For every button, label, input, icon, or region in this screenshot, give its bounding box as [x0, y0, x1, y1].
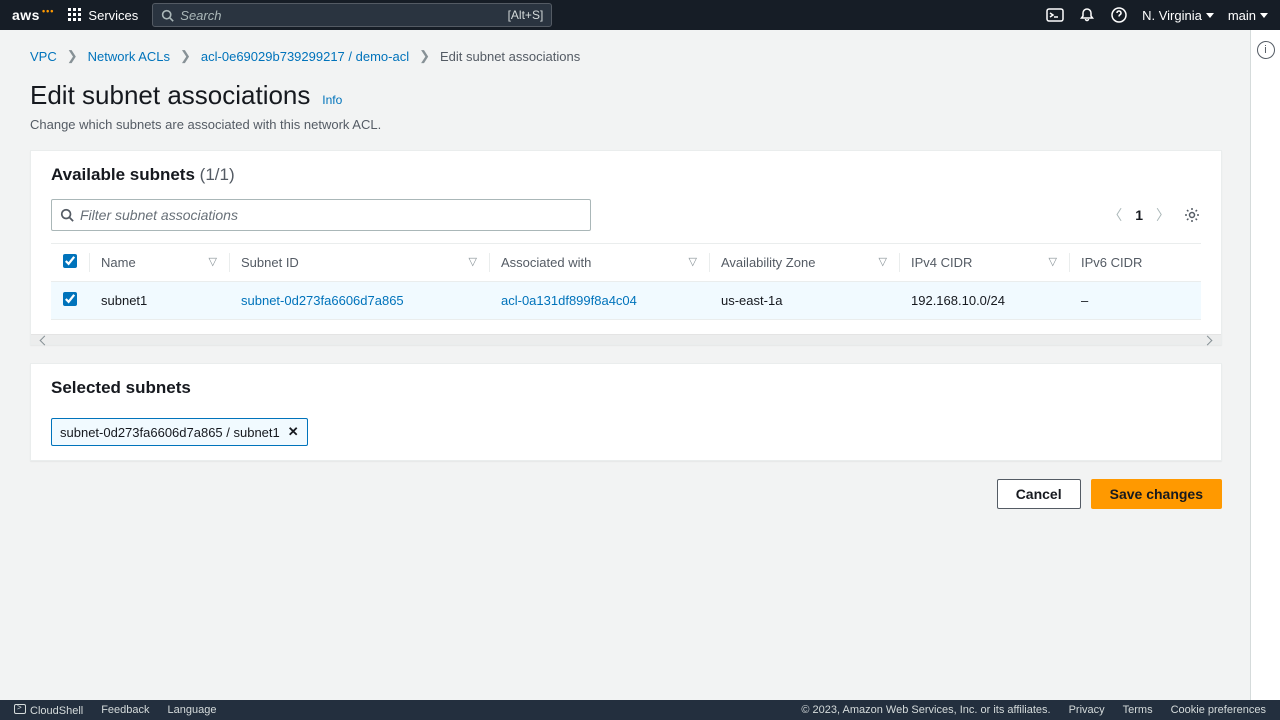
footer-cookies[interactable]: Cookie preferences: [1171, 704, 1266, 716]
footer-copyright: © 2023, Amazon Web Services, Inc. or its…: [801, 704, 1050, 716]
cell-ipv4: 192.168.10.0/24: [899, 282, 1069, 320]
selected-subnets-header: Selected subnets: [31, 364, 1221, 412]
row-checkbox[interactable]: [63, 292, 77, 306]
col-associated-with[interactable]: Associated with: [501, 255, 591, 270]
grid-icon: [68, 8, 82, 22]
table-row[interactable]: subnet1 subnet-0d273fa6606d7a865 acl-0a1…: [51, 282, 1201, 320]
search-icon: [161, 9, 174, 22]
sort-icon[interactable]: ▽: [689, 255, 697, 268]
info-link[interactable]: Info: [322, 93, 342, 107]
selected-subnet-token: subnet-0d273fa6606d7a865 / subnet1 ✕: [51, 418, 308, 446]
breadcrumb-vpc[interactable]: VPC: [30, 49, 57, 64]
cell-associated-with[interactable]: acl-0a131df899f8a4c04: [501, 293, 637, 308]
footer-privacy[interactable]: Privacy: [1069, 704, 1105, 716]
breadcrumb-current: Edit subnet associations: [440, 49, 580, 64]
services-menu[interactable]: Services: [68, 8, 138, 23]
prev-page-button[interactable]: 〈: [1105, 205, 1125, 225]
available-subnets-panel: Available subnets (1/1) 〈 1 〉: [30, 150, 1222, 345]
main-content: VPC ❯ Network ACLs ❯ acl-0e69029b7392992…: [0, 30, 1250, 700]
cloudshell-icon[interactable]: [1046, 6, 1064, 24]
search-placeholder: Search: [180, 8, 221, 23]
cell-az: us-east-1a: [709, 282, 899, 320]
select-all-checkbox[interactable]: [63, 254, 77, 268]
help-icon[interactable]: [1110, 6, 1128, 24]
chevron-down-icon: [1206, 13, 1214, 18]
col-ipv6[interactable]: IPv6 CIDR: [1081, 255, 1142, 270]
page-subtitle: Change which subnets are associated with…: [30, 117, 1222, 132]
search-icon: [60, 208, 74, 222]
region-selector[interactable]: N. Virginia: [1142, 8, 1214, 23]
pagination: 〈 1 〉: [1105, 205, 1201, 225]
global-search[interactable]: Search [Alt+S]: [152, 3, 552, 27]
footer-language[interactable]: Language: [168, 704, 217, 716]
page-title: Edit subnet associations: [30, 80, 310, 111]
sort-icon[interactable]: ▽: [469, 255, 477, 268]
info-icon[interactable]: i: [1257, 41, 1275, 59]
selected-subnets-panel: Selected subnets subnet-0d273fa6606d7a86…: [30, 363, 1222, 461]
cloudshell-icon: [14, 704, 26, 714]
chevron-right-icon: ❯: [67, 48, 78, 64]
search-shortcut: [Alt+S]: [508, 8, 544, 22]
cell-ipv6: –: [1069, 282, 1201, 320]
page-number: 1: [1135, 207, 1143, 223]
horizontal-scrollbar[interactable]: [31, 334, 1221, 344]
chevron-right-icon: ❯: [419, 48, 430, 64]
form-actions: Cancel Save changes: [30, 479, 1222, 509]
breadcrumb-nacls[interactable]: Network ACLs: [88, 49, 170, 64]
filter-input-wrapper: [51, 199, 591, 231]
token-label: subnet-0d273fa6606d7a865 / subnet1: [60, 425, 280, 440]
next-page-button[interactable]: 〉: [1153, 205, 1173, 225]
col-ipv4[interactable]: IPv4 CIDR: [911, 255, 972, 270]
breadcrumb-acl[interactable]: acl-0e69029b739299217 / demo-acl: [201, 49, 409, 64]
top-nav: aws••• Services Search [Alt+S] N. Virgin…: [0, 0, 1280, 30]
available-subnets-header: Available subnets (1/1): [31, 151, 1221, 199]
col-az[interactable]: Availability Zone: [721, 255, 815, 270]
footer: CloudShell Feedback Language © 2023, Ama…: [0, 700, 1280, 720]
footer-feedback[interactable]: Feedback: [101, 704, 149, 716]
cell-name: subnet1: [89, 282, 229, 320]
chevron-down-icon: [1260, 13, 1268, 18]
sort-icon[interactable]: ▽: [209, 255, 217, 268]
sort-icon[interactable]: ▽: [1049, 255, 1057, 268]
col-subnet-id[interactable]: Subnet ID: [241, 255, 299, 270]
chevron-right-icon: ❯: [180, 48, 191, 64]
col-name[interactable]: Name: [101, 255, 136, 270]
sort-icon[interactable]: ▽: [879, 255, 887, 268]
settings-icon[interactable]: [1183, 206, 1201, 224]
save-button[interactable]: Save changes: [1091, 479, 1222, 509]
footer-terms[interactable]: Terms: [1123, 704, 1153, 716]
filter-input[interactable]: [80, 207, 582, 223]
aws-logo[interactable]: aws•••: [12, 7, 54, 23]
subnets-table: Name ▽ Subnet ID ▽ Associated with ▽ Availa…: [51, 243, 1201, 320]
cell-subnet-id[interactable]: subnet-0d273fa6606d7a865: [241, 293, 404, 308]
breadcrumb: VPC ❯ Network ACLs ❯ acl-0e69029b7392992…: [30, 48, 1222, 64]
account-menu[interactable]: main: [1228, 8, 1268, 23]
help-rail: i: [1250, 30, 1280, 700]
cancel-button[interactable]: Cancel: [997, 479, 1081, 509]
footer-cloudshell[interactable]: CloudShell: [14, 704, 83, 717]
notifications-icon[interactable]: [1078, 6, 1096, 24]
remove-token-button[interactable]: ✕: [288, 424, 299, 440]
